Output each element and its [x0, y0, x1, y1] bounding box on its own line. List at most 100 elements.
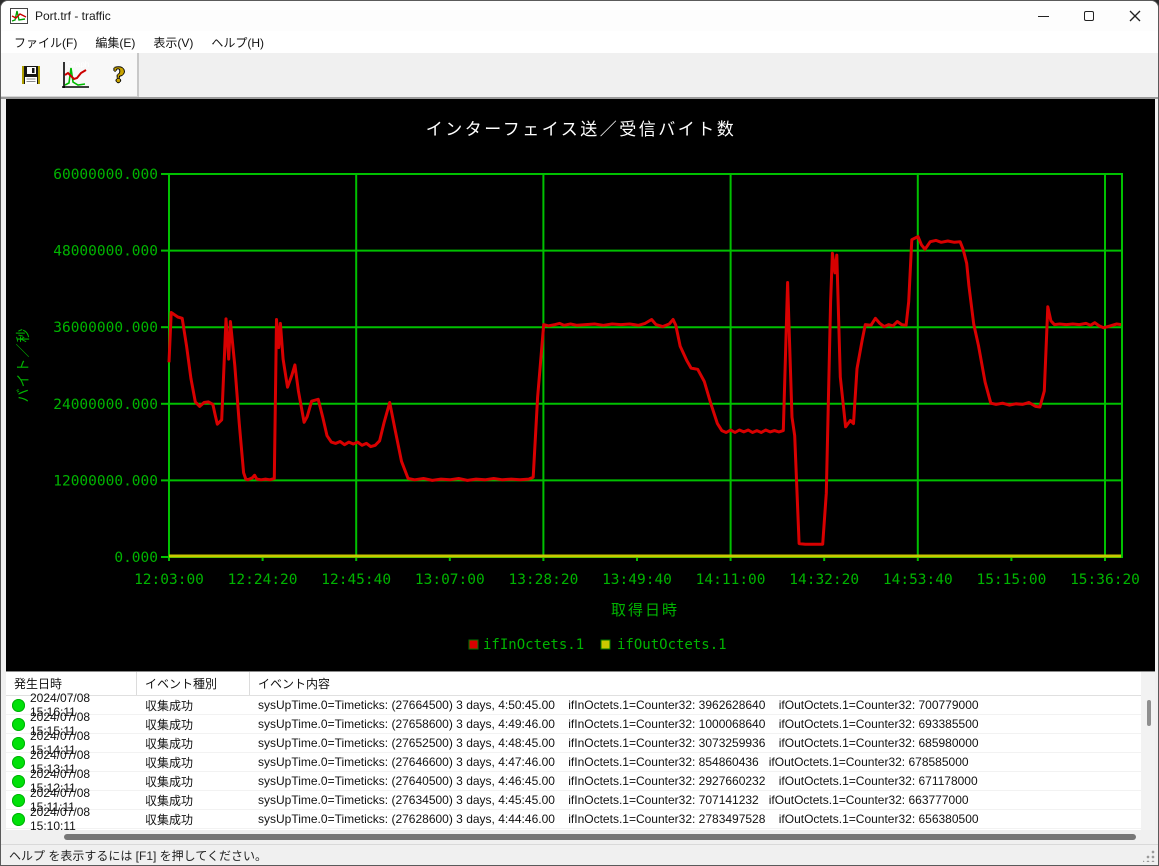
minimize-icon	[1038, 16, 1049, 17]
title-bar: Port.trf - traffic	[1, 1, 1158, 31]
series-line-ifinoctets-1	[169, 237, 1121, 545]
legend-label: ifInOctets.1	[483, 637, 584, 653]
chart-title: インターフェイス送／受信バイト数	[426, 120, 736, 139]
table-region: 発生日時 イベント種別 イベント内容 2024/07/08 15:16:11収集…	[1, 671, 1158, 830]
vertical-scrollbar-thumb[interactable]	[1147, 700, 1151, 726]
traffic-chart: インターフェイス送／受信バイト数 60000000.000 48000000.000…	[6, 99, 1155, 671]
app-icon	[10, 8, 28, 24]
x-axis-label: 13:07:00	[415, 572, 485, 588]
legend-label: ifOutOctets.1	[617, 637, 727, 653]
table-horizontal-scrollbar[interactable]	[6, 830, 1155, 844]
table-row[interactable]: 2024/07/08 15:14:11収集成功sysUpTime.0=Timet…	[6, 734, 1141, 753]
app-window: Port.trf - traffic ファイル(F) 編集(E) 表示(V) ヘ…	[0, 0, 1159, 866]
legend-marker-ifoutoctets-1	[601, 640, 610, 649]
toolbar-group: Graph ?	[1, 53, 139, 97]
status-cell	[6, 775, 30, 788]
table-row[interactable]: 2024/07/08 15:12:11収集成功sysUpTime.0=Timet…	[6, 772, 1141, 791]
success-status-icon	[12, 756, 25, 769]
legend-marker-ifinoctets-1	[469, 640, 478, 649]
status-cell	[6, 737, 30, 750]
close-button[interactable]	[1112, 1, 1158, 31]
y-axis-label: 0.000	[114, 550, 158, 566]
menu-edit[interactable]: 編集(E)	[86, 32, 144, 53]
success-status-icon	[12, 794, 25, 807]
help-icon: ?	[113, 63, 125, 87]
success-status-icon	[12, 813, 25, 826]
table-row[interactable]: 2024/07/08 15:15:11収集成功sysUpTime.0=Timet…	[6, 715, 1141, 734]
event-content: sysUpTime.0=Timeticks: (27628600) 3 days…	[250, 812, 1141, 826]
success-status-icon	[12, 718, 25, 731]
event-type: 収集成功	[137, 716, 250, 733]
success-status-icon	[12, 737, 25, 750]
menu-view[interactable]: 表示(V)	[144, 32, 202, 53]
success-status-icon	[12, 699, 25, 712]
y-axis-title: バイト／秒	[15, 328, 31, 403]
event-content: sysUpTime.0=Timeticks: (27664500) 3 days…	[250, 698, 1141, 712]
event-content: sysUpTime.0=Timeticks: (27640500) 3 days…	[250, 774, 1141, 788]
save-icon	[21, 65, 41, 85]
table-row[interactable]: 2024/07/08 15:10:11収集成功sysUpTime.0=Timet…	[6, 810, 1141, 829]
status-cell	[6, 756, 30, 769]
header-event-type[interactable]: イベント種別	[137, 672, 250, 695]
event-type: 収集成功	[137, 811, 250, 828]
event-table: 発生日時 イベント種別 イベント内容 2024/07/08 15:16:11収集…	[6, 671, 1155, 830]
graph-button[interactable]: Graph	[57, 56, 93, 94]
event-type: 収集成功	[137, 773, 250, 790]
event-content: sysUpTime.0=Timeticks: (27646600) 3 days…	[250, 755, 1141, 769]
event-type: 収集成功	[137, 735, 250, 752]
x-axis-label: 14:11:00	[696, 572, 766, 588]
toolbar: Graph ?	[1, 53, 1158, 99]
save-button[interactable]	[13, 56, 49, 94]
x-axis-label: 14:32:20	[789, 572, 859, 588]
menu-file[interactable]: ファイル(F)	[5, 32, 86, 53]
status-bar: ヘルプ を表示するには [F1] を押してください。	[1, 844, 1158, 865]
header-event-content[interactable]: イベント内容	[250, 672, 1141, 695]
success-status-icon	[12, 775, 25, 788]
event-content: sysUpTime.0=Timeticks: (27652500) 3 days…	[250, 736, 1141, 750]
chart-panel: インターフェイス送／受信バイト数 60000000.000 48000000.000…	[6, 99, 1155, 671]
plot-border	[169, 174, 1122, 557]
table-row[interactable]: 2024/07/08 15:11:11収集成功sysUpTime.0=Timet…	[6, 791, 1141, 810]
menu-help[interactable]: ヘルプ(H)	[202, 32, 273, 53]
svg-text:Graph: Graph	[67, 60, 89, 69]
x-axis-label: 12:03:00	[134, 572, 204, 588]
status-cell	[6, 794, 30, 807]
table-vertical-scrollbar[interactable]	[1141, 672, 1155, 830]
table-row[interactable]: 2024/07/08 15:16:11収集成功sysUpTime.0=Timet…	[6, 696, 1141, 715]
x-axis-label: 12:24:20	[228, 572, 298, 588]
x-axis-label: 13:49:40	[602, 572, 672, 588]
y-axis-label: 12000000.000	[53, 473, 158, 489]
event-content: sysUpTime.0=Timeticks: (27634500) 3 days…	[250, 793, 1141, 807]
status-cell	[6, 813, 30, 826]
menu-bar: ファイル(F) 編集(E) 表示(V) ヘルプ(H)	[1, 31, 1158, 53]
status-cell	[6, 718, 30, 731]
horizontal-scrollbar-thumb[interactable]	[64, 834, 1136, 840]
event-type: 収集成功	[137, 792, 250, 809]
minimize-button[interactable]	[1020, 1, 1066, 31]
table-row[interactable]: 2024/07/08 15:13:11収集成功sysUpTime.0=Timet…	[6, 753, 1141, 772]
status-cell	[6, 699, 30, 712]
x-axis-label: 15:36:20	[1070, 572, 1140, 588]
event-type: 収集成功	[137, 754, 250, 771]
hscroll-region	[1, 830, 1158, 844]
y-axis-label: 24000000.000	[53, 397, 158, 413]
event-type: 収集成功	[137, 697, 250, 714]
x-axis-label: 13:28:20	[508, 572, 578, 588]
y-axis-label: 60000000.000	[53, 167, 158, 183]
table-rows: 2024/07/08 15:16:11収集成功sysUpTime.0=Timet…	[6, 696, 1141, 829]
resize-grip-icon[interactable]	[1143, 850, 1155, 862]
table-header: 発生日時 イベント種別 イベント内容	[6, 672, 1141, 696]
window-controls	[1020, 1, 1158, 31]
x-axis-label: 15:15:00	[976, 572, 1046, 588]
x-axis-label: 14:53:40	[883, 572, 953, 588]
window-title: Port.trf - traffic	[35, 9, 111, 23]
help-button[interactable]: ?	[101, 56, 137, 94]
x-axis-title: 取得日時	[611, 602, 679, 619]
graph-icon: Graph	[58, 58, 92, 92]
x-axis-label: 12:45:40	[321, 572, 391, 588]
chart-region: インターフェイス送／受信バイト数 60000000.000 48000000.000…	[1, 99, 1158, 671]
maximize-button[interactable]	[1066, 1, 1112, 31]
y-axis-label: 48000000.000	[53, 244, 158, 260]
event-content: sysUpTime.0=Timeticks: (27658600) 3 days…	[250, 717, 1141, 731]
maximize-icon	[1084, 11, 1094, 21]
